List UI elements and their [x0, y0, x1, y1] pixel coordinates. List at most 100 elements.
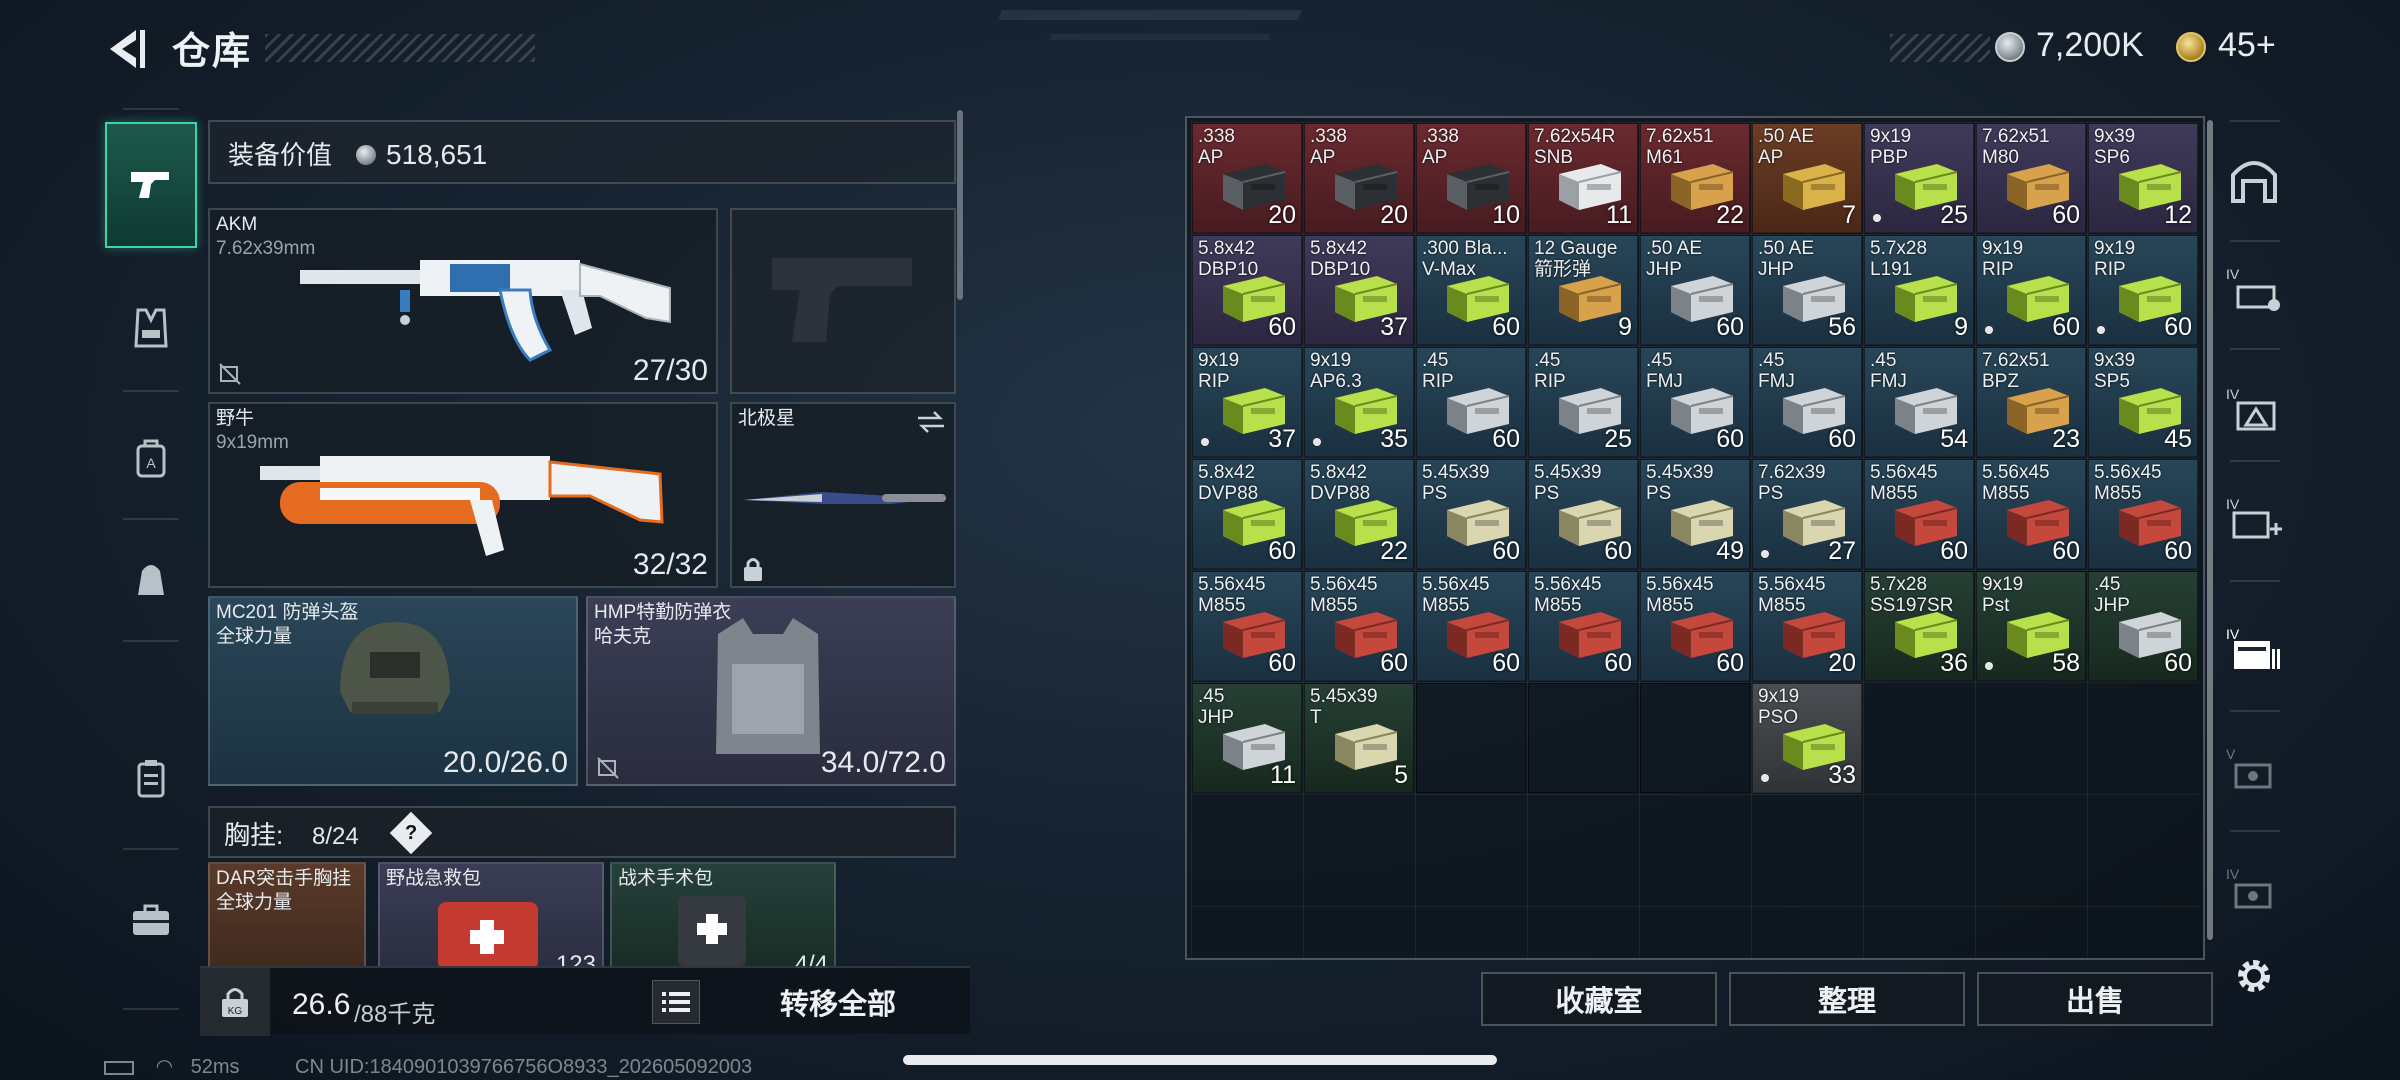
settings-button[interactable] — [2208, 926, 2300, 1026]
svg-text:IV: IV — [2226, 266, 2240, 282]
ammo-name: 5.56x45 M855 — [1870, 462, 1938, 504]
stash-cell[interactable]: .338 AP 20 — [1192, 123, 1302, 233]
stash-cell[interactable]: 5.45x39 PS 60 — [1528, 459, 1638, 569]
nav-toolbox[interactable] — [105, 870, 197, 970]
armor-brand: 哈夫克 — [594, 626, 652, 647]
stash-cell[interactable]: 9x19 RIP 37 — [1192, 347, 1302, 457]
stash-cell[interactable]: 7.62x51 BPZ 23 — [1976, 347, 2086, 457]
stash-cell[interactable]: 9x39 SP6 12 — [2088, 123, 2198, 233]
stash-tab-active-icon: IV — [2226, 626, 2280, 669]
stash-page-iv-1[interactable]: IV — [2208, 240, 2300, 340]
home-indicator[interactable] — [903, 1055, 1497, 1065]
ammo-name: .50 AE JHP — [1646, 238, 1702, 280]
back-arrow-icon[interactable] — [100, 24, 150, 74]
stash-cell[interactable]: 9x19 PSO 33 — [1752, 683, 1862, 793]
background-light-strip — [1050, 34, 1270, 40]
stash-cell[interactable]: .45 JHP 60 — [2088, 571, 2198, 681]
help-icon-label: ? — [404, 822, 418, 844]
stash-cell[interactable]: 5.56x45 M855 60 — [1976, 459, 2086, 569]
stash-cell[interactable]: .45 JHP 11 — [1192, 683, 1302, 793]
stash-cell[interactable]: 7.62x51 M80 60 — [1976, 123, 2086, 233]
stash-page-iv-3[interactable]: IV — [2208, 470, 2300, 570]
equipment-scrollbar[interactable] — [957, 110, 963, 300]
stash-cell[interactable]: 5.45x39 PS 49 — [1640, 459, 1750, 569]
stash-cell[interactable]: 5.45x39 PS 60 — [1416, 459, 1526, 569]
stash-cell[interactable]: 5.56x45 M855 60 — [2088, 459, 2198, 569]
surgical-kit-icon — [678, 896, 746, 966]
armor-slot[interactable]: HMP特勤防弹衣 哈夫克 34.0/72.0 — [586, 596, 956, 786]
collection-room-button[interactable]: 收藏室 — [1481, 972, 1717, 1026]
stash-cell[interactable]: .45 FMJ 60 — [1752, 347, 1862, 457]
rig-item-surgical-kit[interactable]: 战术手术包 4/4 — [610, 862, 836, 968]
stash-cell[interactable]: .338 AP 10 — [1416, 123, 1526, 233]
ammo-quantity: 60 — [1268, 537, 1296, 565]
pistol-slot-empty[interactable] — [730, 208, 956, 394]
stash-cell[interactable]: 5.56x45 M855 60 — [1304, 571, 1414, 681]
stash-cell[interactable]: .45 FMJ 54 — [1864, 347, 1974, 457]
stash-cell[interactable]: 7.62x39 PS 27 — [1752, 459, 1862, 569]
wifi-icon: ◠ — [155, 1056, 174, 1078]
stash-page-v-locked[interactable]: V — [2208, 720, 2300, 820]
pistol-silhouette-icon — [772, 258, 912, 342]
stash-cell[interactable]: .45 RIP 25 — [1528, 347, 1638, 457]
stash-cell[interactable]: 5.56x45 M855 60 — [1192, 571, 1302, 681]
stash-cell[interactable]: .50 AE JHP 60 — [1640, 235, 1750, 345]
stash-cell[interactable]: 5.56x45 M855 20 — [1752, 571, 1862, 681]
stash-cell[interactable]: 9x19 RIP 60 — [2088, 235, 2198, 345]
stash-cell[interactable]: 7.62x54R SNB 11 — [1528, 123, 1638, 233]
secondary-weapon-slot[interactable]: 野牛 9x19mm 32/32 — [208, 402, 718, 588]
stash-cell[interactable]: 9x19 RIP 60 — [1976, 235, 2086, 345]
stash-cell[interactable]: 5.8x42 DBP10 37 — [1304, 235, 1414, 345]
stash-cell[interactable]: 5.8x42 DVP88 22 — [1304, 459, 1414, 569]
stash-page-iv-4-active[interactable]: IV — [2208, 600, 2300, 700]
nav-pouch[interactable] — [105, 528, 197, 628]
bizon-smg-icon — [260, 456, 664, 556]
stash-cell[interactable]: 5.56x45 M855 60 — [1416, 571, 1526, 681]
stash-cell[interactable]: 5.8x42 DBP10 60 — [1192, 235, 1302, 345]
primary-weapon-slot[interactable]: AKM 7.62x39mm 27/30 — [208, 208, 718, 394]
nav-weapons[interactable] — [105, 122, 197, 248]
helmet-slot[interactable]: MC201 防弹头盔 全球力量 20.0/26.0 — [208, 596, 578, 786]
stash-cell[interactable]: 12 Gauge 箭形弹 9 — [1528, 235, 1638, 345]
stash-cell[interactable]: 5.45x39 T 5 — [1304, 683, 1414, 793]
swap-icon[interactable] — [916, 410, 946, 434]
transfer-all-button[interactable]: 转移全部 — [718, 980, 958, 1024]
stash-cell[interactable]: .338 AP 20 — [1304, 123, 1414, 233]
melee-slot[interactable]: 北极星 — [730, 402, 956, 588]
organize-button[interactable]: 整理 — [1729, 972, 1965, 1026]
stash-cell[interactable]: 5.56x45 M855 60 — [1528, 571, 1638, 681]
ammo-name: 5.8x42 DBP10 — [1310, 238, 1371, 280]
nav-divider — [2230, 348, 2280, 350]
stash-cell[interactable]: 5.8x42 DVP88 60 — [1192, 459, 1302, 569]
nav-container[interactable] — [105, 728, 197, 828]
stash-cell[interactable]: 5.7x28 SS197SR 36 — [1864, 571, 1974, 681]
ammo-quantity: 58 — [2052, 649, 2080, 677]
stash-page-iv-locked[interactable]: IV — [2208, 840, 2300, 940]
sell-button[interactable]: 出售 — [1977, 972, 2213, 1026]
stash-cell[interactable]: .50 AE JHP 56 — [1752, 235, 1862, 345]
stash-page-iv-2[interactable]: IV — [2208, 360, 2300, 460]
list-view-button[interactable] — [652, 980, 700, 1024]
nav-backpack[interactable]: A — [105, 408, 197, 508]
stash-cell[interactable]: .45 RIP 60 — [1416, 347, 1526, 457]
stash-cell[interactable]: 9x19 PBP 25 — [1864, 123, 1974, 233]
ammo-quantity: 60 — [1492, 649, 1520, 677]
stash-cell[interactable]: .45 FMJ 60 — [1640, 347, 1750, 457]
rig-item-chest-rig[interactable]: DAR突击手胸挂 全球力量 — [208, 862, 366, 968]
chest-rig-bar[interactable]: 胸挂: 8/24 ? — [208, 806, 956, 858]
help-icon[interactable]: ? — [389, 811, 433, 855]
stash-cell[interactable]: .50 AE AP 7 — [1752, 123, 1862, 233]
stash-page-safe[interactable] — [2208, 130, 2300, 230]
stash-cell[interactable]: 5.56x45 M855 60 — [1640, 571, 1750, 681]
stash-cell[interactable]: 9x19 Pst 58 — [1976, 571, 2086, 681]
coin-balance[interactable]: 7,200K — [2036, 26, 2144, 65]
gold-balance[interactable]: 45+ — [2218, 26, 2276, 65]
rig-item-first-aid-kit[interactable]: 野战急救包 123 — [378, 862, 604, 968]
stash-cell[interactable]: 5.7x28 L191 9 — [1864, 235, 1974, 345]
stash-cell[interactable]: 5.56x45 M855 60 — [1864, 459, 1974, 569]
stash-cell[interactable]: .300 Bla... V-Max 60 — [1416, 235, 1526, 345]
stash-cell[interactable]: 9x19 AP6.3 35 — [1304, 347, 1414, 457]
stash-cell[interactable]: 9x39 SP5 45 — [2088, 347, 2198, 457]
nav-vest[interactable] — [105, 278, 197, 378]
stash-cell[interactable]: 7.62x51 M61 22 — [1640, 123, 1750, 233]
